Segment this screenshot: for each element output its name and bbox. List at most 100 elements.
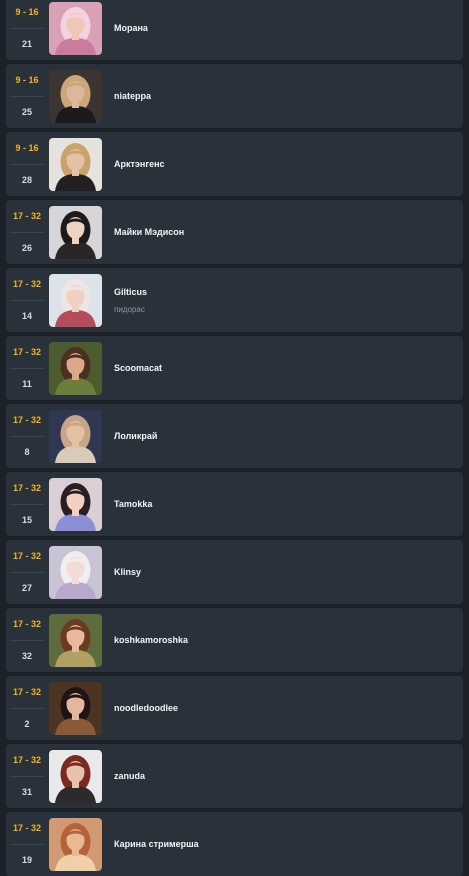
rank-number: 28 (21, 175, 32, 185)
streamer-info: Лоликрай (114, 431, 157, 441)
rank-range: 17 - 32 (12, 415, 42, 425)
rank-number: 27 (21, 583, 32, 593)
rank-block: 17 - 32 19 (6, 812, 48, 876)
streamer-info: Gilticus пидорас (114, 287, 147, 314)
streamer-photo-icon[interactable] (49, 205, 102, 259)
streamer-row[interactable]: 17 - 32 27 Klinsy (6, 540, 463, 604)
streamer-photo-icon[interactable] (49, 477, 102, 531)
streamer-name: noodledoodlee (114, 703, 178, 713)
rank-range: 17 - 32 (12, 483, 42, 493)
rank-divider (10, 708, 44, 709)
rank-number: 25 (21, 107, 32, 117)
rank-number: 21 (21, 39, 32, 49)
rank-block: 17 - 32 15 (6, 472, 48, 536)
streamer-photo-icon[interactable] (49, 341, 102, 395)
streamer-row[interactable]: 17 - 32 15 Tamokka (6, 472, 463, 536)
streamer-row[interactable]: 17 - 32 32 koshkamoroshka (6, 608, 463, 672)
streamer-photo-icon[interactable] (49, 681, 102, 735)
streamer-name: Scoomacat (114, 363, 163, 373)
rank-block: 17 - 32 11 (6, 336, 48, 400)
streamer-photo-icon[interactable] (49, 1, 102, 55)
rank-range: 17 - 32 (12, 551, 42, 561)
rank-divider (10, 232, 44, 233)
streamer-name: Gilticus (114, 286, 148, 297)
streamer-info: Карина стримерша (114, 839, 199, 849)
rank-number: 32 (21, 651, 32, 661)
rank-divider (10, 28, 44, 29)
rank-divider (10, 640, 44, 641)
streamer-row[interactable]: 17 - 32 8 Лоликрай (6, 404, 463, 468)
rank-range: 17 - 32 (12, 755, 42, 765)
rank-divider (10, 368, 44, 369)
streamer-name: Tamokka (114, 499, 153, 509)
rank-block: 9 - 16 25 (6, 64, 48, 128)
rank-range: 17 - 32 (12, 347, 42, 357)
streamer-name: Майки Мэдисон (114, 227, 185, 237)
rank-block: 17 - 32 31 (6, 744, 48, 808)
streamer-photo-icon[interactable] (49, 749, 102, 803)
streamer-info: zanuda (114, 771, 145, 781)
rank-block: 17 - 32 8 (6, 404, 48, 468)
rank-range: 17 - 32 (12, 279, 42, 289)
rank-divider (10, 164, 44, 165)
streamer-row[interactable]: 17 - 32 2 noodledoodlee (6, 676, 463, 740)
rank-range: 9 - 16 (15, 7, 39, 17)
streamer-list: 9 - 16 21 Морана 9 - 16 25 niateppa 9 - … (0, 0, 469, 876)
streamer-photo-icon[interactable] (49, 273, 102, 327)
streamer-photo-icon[interactable] (49, 545, 102, 599)
streamer-photo-icon[interactable] (49, 817, 102, 871)
rank-range: 17 - 32 (12, 211, 42, 221)
streamer-photo-icon[interactable] (49, 69, 102, 123)
streamer-info: Майки Мэдисон (114, 227, 184, 237)
rank-block: 17 - 32 14 (6, 268, 48, 332)
rank-block: 17 - 32 26 (6, 200, 48, 264)
rank-divider (10, 436, 44, 437)
rank-number: 2 (24, 719, 30, 729)
streamer-name: Klinsy (114, 567, 142, 577)
streamer-row[interactable]: 9 - 16 21 Морана (6, 0, 463, 60)
streamer-row[interactable]: 9 - 16 28 Арктэнгенс (6, 132, 463, 196)
rank-block: 17 - 32 32 (6, 608, 48, 672)
streamer-name: zanuda (114, 771, 146, 781)
streamer-info: Scoomacat (114, 363, 162, 373)
streamer-row[interactable]: 17 - 32 19 Карина стримерша (6, 812, 463, 876)
rank-range: 17 - 32 (12, 619, 42, 629)
streamer-row[interactable]: 17 - 32 31 zanuda (6, 744, 463, 808)
streamer-info: Морана (114, 23, 148, 33)
rank-number: 19 (21, 855, 32, 865)
rank-block: 9 - 16 28 (6, 132, 48, 196)
streamer-info: Tamokka (114, 499, 152, 509)
rank-block: 17 - 32 27 (6, 540, 48, 604)
streamer-name: Карина стримерша (114, 839, 199, 849)
streamer-info: niateppa (114, 91, 151, 101)
streamer-name: koshkamoroshka (114, 635, 189, 645)
streamer-info: Арктэнгенс (114, 159, 165, 169)
rank-number: 26 (21, 243, 32, 253)
rank-range: 17 - 32 (12, 823, 42, 833)
rank-block: 9 - 16 21 (6, 0, 48, 60)
streamer-info: noodledoodlee (114, 703, 178, 713)
streamer-name: Морана (114, 23, 148, 33)
rank-range: 9 - 16 (15, 143, 39, 153)
streamer-row[interactable]: 17 - 32 14 Gilticus пидорас (6, 268, 463, 332)
streamer-name: Лоликрай (114, 431, 158, 441)
streamer-photo-icon[interactable] (49, 409, 102, 463)
rank-block: 17 - 32 2 (6, 676, 48, 740)
rank-number: 15 (21, 515, 32, 525)
streamer-photo-icon[interactable] (49, 613, 102, 667)
streamer-photo-icon[interactable] (49, 137, 102, 191)
rank-number: 14 (21, 311, 32, 321)
rank-divider (10, 300, 44, 301)
rank-number: 11 (22, 379, 32, 389)
rank-divider (10, 844, 44, 845)
rank-number: 8 (24, 447, 30, 457)
streamer-info: koshkamoroshka (114, 635, 188, 645)
rank-range: 17 - 32 (12, 687, 42, 697)
streamer-info: Klinsy (114, 567, 141, 577)
rank-divider (10, 776, 44, 777)
rank-divider (10, 504, 44, 505)
rank-number: 31 (21, 787, 32, 797)
streamer-row[interactable]: 17 - 32 11 Scoomacat (6, 336, 463, 400)
streamer-row[interactable]: 17 - 32 26 Майки Мэдисон (6, 200, 463, 264)
streamer-row[interactable]: 9 - 16 25 niateppa (6, 64, 463, 128)
